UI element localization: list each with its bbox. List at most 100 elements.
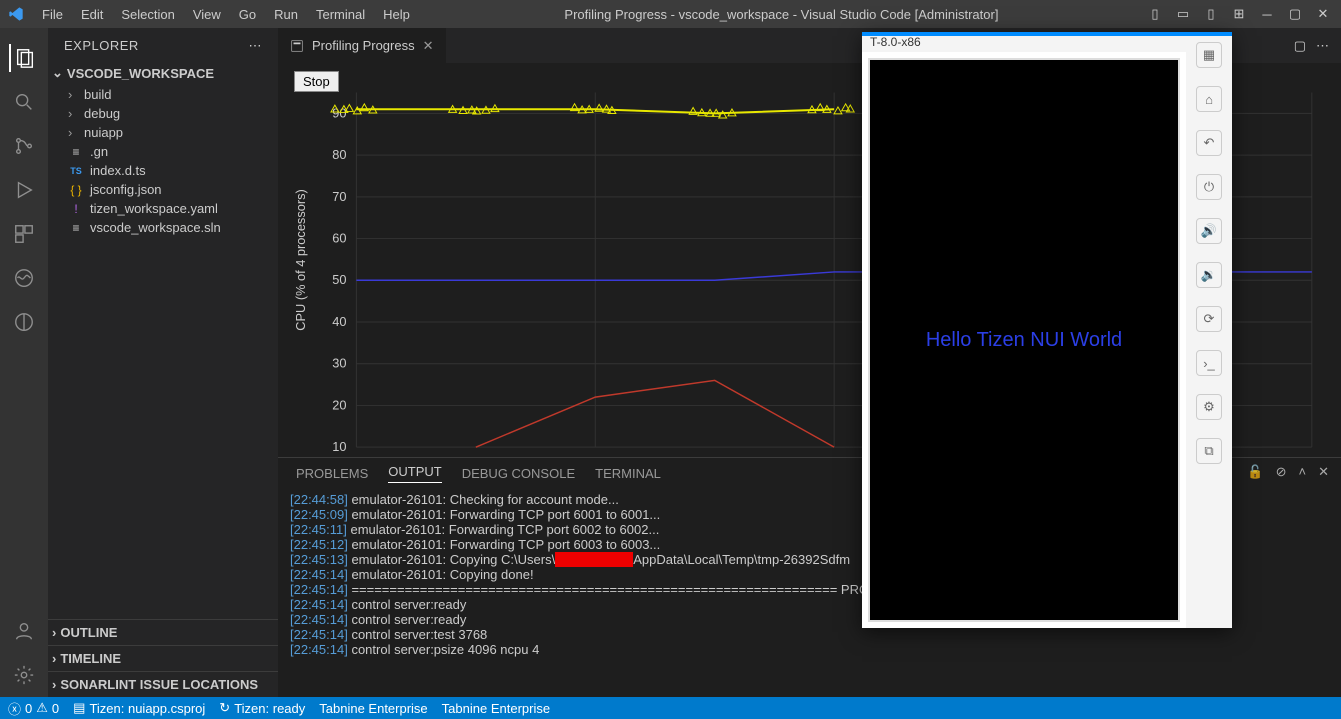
menu-help[interactable]: Help bbox=[375, 3, 418, 26]
chevron-right-icon bbox=[52, 625, 56, 640]
menu-go[interactable]: Go bbox=[231, 3, 264, 26]
chevron-right-icon: › bbox=[68, 125, 78, 140]
titlebar: File Edit Selection View Go Run Terminal… bbox=[0, 0, 1341, 28]
json-icon: { } bbox=[68, 183, 84, 197]
volume-down-icon[interactable]: 🔉 bbox=[1196, 262, 1222, 288]
clear-icon[interactable]: ⊘ bbox=[1276, 464, 1287, 480]
status-tizen-project[interactable]: ▤ Tizen: nuiapp.csproj bbox=[73, 700, 205, 716]
menu-selection[interactable]: Selection bbox=[113, 3, 182, 26]
svg-text:CPU (% of 4 processors): CPU (% of 4 processors) bbox=[293, 189, 308, 331]
status-tabnine-2[interactable]: Tabnine Enterprise bbox=[442, 701, 550, 716]
file-item[interactable]: { }jsconfig.json bbox=[48, 180, 278, 199]
close-icon[interactable]: ✕ bbox=[1318, 464, 1329, 480]
svg-text:30: 30 bbox=[332, 356, 346, 371]
emulator-screen[interactable]: Hello Tizen NUI World bbox=[868, 58, 1180, 622]
warning-count: 0 bbox=[52, 701, 59, 716]
controls-icon[interactable]: ⚙ bbox=[1196, 394, 1222, 420]
svg-text:60: 60 bbox=[332, 231, 346, 246]
tizen-icon[interactable] bbox=[10, 308, 38, 336]
workspace-section[interactable]: VSCODE_WORKSPACE bbox=[48, 63, 278, 83]
activity-bar bbox=[0, 28, 48, 697]
file-tree: ›build ›debug ›nuiapp ≡.gn TSindex.d.ts … bbox=[48, 83, 278, 619]
back-icon[interactable]: ↶ bbox=[1196, 130, 1222, 156]
file-item[interactable]: ≡vscode_workspace.sln bbox=[48, 218, 278, 237]
tab-profiling-progress[interactable]: Profiling Progress ✕ bbox=[278, 28, 447, 63]
menu-run[interactable]: Run bbox=[266, 3, 306, 26]
split-editor-icon[interactable]: ▢ bbox=[1294, 38, 1306, 54]
extensions-icon[interactable] bbox=[10, 220, 38, 248]
file-item[interactable]: ›nuiapp bbox=[48, 123, 278, 142]
more-icon[interactable]: ⋯ bbox=[1316, 38, 1329, 54]
file-item[interactable]: › build bbox=[48, 85, 278, 104]
preview-icon bbox=[290, 39, 304, 53]
file-label: vscode_workspace.sln bbox=[90, 220, 221, 235]
workspace-label: VSCODE_WORKSPACE bbox=[67, 66, 214, 81]
file-item[interactable]: ≡.gn bbox=[48, 142, 278, 161]
lock-icon[interactable]: 🔓 bbox=[1247, 464, 1263, 480]
timeline-section[interactable]: TIMELINE bbox=[48, 645, 278, 671]
error-count: 0 bbox=[25, 701, 32, 716]
chevron-right-icon bbox=[52, 677, 56, 692]
file-item[interactable]: TSindex.d.ts bbox=[48, 161, 278, 180]
screenshot-icon[interactable]: ⧉ bbox=[1196, 438, 1222, 464]
sonarlint-icon[interactable] bbox=[10, 264, 38, 292]
file-item[interactable]: ! tizen_workspace.yaml bbox=[48, 199, 278, 218]
svg-text:40: 40 bbox=[332, 314, 346, 329]
panel-tab-terminal[interactable]: TERMINAL bbox=[595, 466, 661, 481]
file-label: debug bbox=[84, 106, 120, 121]
volume-up-icon[interactable]: 🔊 bbox=[1196, 218, 1222, 244]
maximize-icon[interactable]: ▢ bbox=[1285, 4, 1305, 24]
layout-grid-icon[interactable]: ⊞ bbox=[1229, 4, 1249, 24]
search-icon[interactable] bbox=[10, 88, 38, 116]
panel-tab-debug-console[interactable]: DEBUG CONSOLE bbox=[462, 466, 575, 481]
apps-grid-icon[interactable]: ▦ bbox=[1196, 42, 1222, 68]
yaml-icon: ! bbox=[68, 202, 84, 216]
section-label: SONARLINT ISSUE LOCATIONS bbox=[60, 677, 258, 692]
chevron-up-icon[interactable]: ˄ bbox=[1299, 464, 1307, 480]
status-errors[interactable]: ⓧ 0 ⚠ 0 bbox=[8, 699, 59, 718]
status-label: Tizen: nuiapp.csproj bbox=[89, 701, 205, 716]
file-label: tizen_workspace.yaml bbox=[90, 201, 218, 216]
settings-gear-icon[interactable] bbox=[10, 661, 38, 689]
status-tabnine-1[interactable]: Tabnine Enterprise bbox=[319, 701, 427, 716]
status-tizen-ready[interactable]: ↻ Tizen: ready bbox=[219, 700, 305, 716]
panel-tab-output[interactable]: OUTPUT bbox=[388, 464, 441, 483]
layout-toggle-left-icon[interactable]: ▯ bbox=[1145, 4, 1165, 24]
emulator-window[interactable]: T-8.0-x86 Hello Tizen NUI World ▦ ⌂ ↶ ⏻ … bbox=[862, 32, 1232, 628]
emulator-titlebar-accent bbox=[862, 32, 1232, 36]
sonarlint-section[interactable]: SONARLINT ISSUE LOCATIONS bbox=[48, 671, 278, 697]
file-item[interactable]: › debug bbox=[48, 104, 278, 123]
stop-button[interactable]: Stop bbox=[294, 71, 339, 92]
menu-terminal[interactable]: Terminal bbox=[308, 3, 373, 26]
chevron-right-icon: › bbox=[68, 87, 78, 102]
outline-section[interactable]: OUTLINE bbox=[48, 619, 278, 645]
window-title: Profiling Progress - vscode_workspace - … bbox=[418, 7, 1145, 22]
menu-edit[interactable]: Edit bbox=[73, 3, 111, 26]
explorer-icon[interactable] bbox=[9, 44, 37, 72]
svg-text:10: 10 bbox=[332, 439, 346, 454]
layout-toggle-right-icon[interactable]: ▯ bbox=[1201, 4, 1221, 24]
shell-icon[interactable]: ›_ bbox=[1196, 350, 1222, 376]
home-icon[interactable]: ⌂ bbox=[1196, 86, 1222, 112]
close-icon[interactable]: ✕ bbox=[1313, 4, 1333, 24]
sidebar-more-icon[interactable]: ⋯ bbox=[249, 38, 263, 54]
file-label: .gn bbox=[90, 144, 108, 159]
menu-view[interactable]: View bbox=[185, 3, 229, 26]
file-label: build bbox=[84, 87, 111, 102]
main-menu: File Edit Selection View Go Run Terminal… bbox=[34, 3, 418, 26]
close-icon[interactable]: ✕ bbox=[423, 38, 434, 54]
chevron-down-icon bbox=[52, 65, 63, 81]
rotate-icon[interactable]: ⟳ bbox=[1196, 306, 1222, 332]
window-controls: ▯ ▭ ▯ ⊞ ─ ▢ ✕ bbox=[1145, 4, 1333, 24]
source-control-icon[interactable] bbox=[10, 132, 38, 160]
minimize-icon[interactable]: ─ bbox=[1257, 4, 1277, 24]
run-debug-icon[interactable] bbox=[10, 176, 38, 204]
panel-tools: 🔓 ⊘ ˄ ✕ bbox=[1247, 464, 1329, 480]
chevron-right-icon: › bbox=[68, 106, 78, 121]
menu-file[interactable]: File bbox=[34, 3, 71, 26]
account-icon[interactable] bbox=[10, 617, 38, 645]
power-icon[interactable]: ⏻ bbox=[1196, 174, 1222, 200]
app-text: Hello Tizen NUI World bbox=[926, 329, 1122, 352]
panel-tab-problems[interactable]: PROBLEMS bbox=[296, 466, 368, 481]
layout-toggle-bottom-icon[interactable]: ▭ bbox=[1173, 4, 1193, 24]
